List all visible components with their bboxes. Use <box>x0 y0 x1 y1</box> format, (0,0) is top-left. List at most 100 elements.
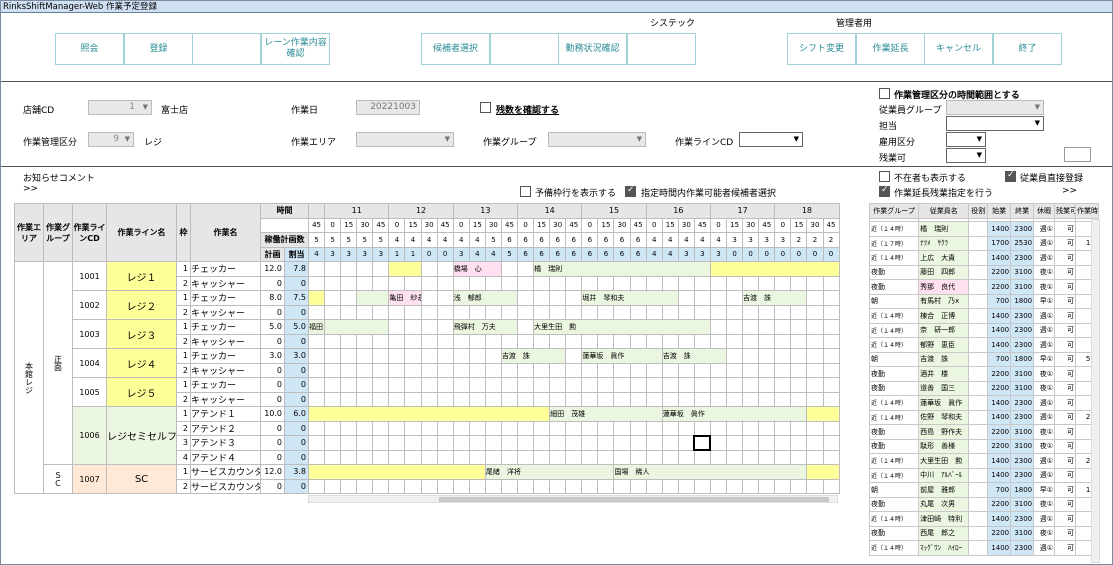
schedule-cell[interactable] <box>372 348 390 364</box>
schedule-cell[interactable] <box>742 449 760 465</box>
schedule-cell[interactable] <box>822 362 840 378</box>
schedule-cell[interactable] <box>549 449 567 465</box>
schedule-cell[interactable] <box>758 449 776 465</box>
header-button-8[interactable] <box>627 33 696 65</box>
schedule-cell[interactable] <box>726 348 744 364</box>
schedule-cell[interactable] <box>742 478 760 494</box>
schedule-cell[interactable] <box>806 406 840 422</box>
schedule-cell[interactable] <box>324 304 342 320</box>
schedule-cell[interactable] <box>581 420 599 436</box>
schedule-cell[interactable] <box>677 362 695 378</box>
koyo-select[interactable]: ▼ <box>946 132 986 147</box>
schedule-cell[interactable] <box>597 304 615 320</box>
schedule-cell[interactable] <box>726 304 744 320</box>
header-button-5[interactable]: 候補者選択 <box>421 33 490 65</box>
schedule-cell[interactable] <box>774 348 792 364</box>
schedule-cell[interactable] <box>677 304 695 320</box>
schedule-cell[interactable]: 亀田 紗永 <box>388 290 422 306</box>
schedule-cell[interactable] <box>693 290 711 306</box>
schedule-cell[interactable] <box>726 319 744 335</box>
schedule-cell[interactable] <box>613 304 631 320</box>
schedule-cell[interactable] <box>517 290 535 306</box>
schedule-cell[interactable] <box>677 449 695 465</box>
schedule-cell[interactable] <box>452 275 470 291</box>
schedule-cell[interactable] <box>709 275 728 291</box>
schedule-cell[interactable] <box>307 275 326 291</box>
schedule-cell[interactable] <box>677 478 695 494</box>
schedule-cell[interactable] <box>468 275 486 291</box>
time-range-checkbox[interactable] <box>879 88 890 99</box>
schedule-cell[interactable] <box>517 319 535 335</box>
schedule-cell[interactable] <box>806 464 840 480</box>
schedule-cell[interactable] <box>790 435 808 451</box>
schedule-cell[interactable] <box>693 391 711 407</box>
schedule-cell[interactable] <box>693 377 711 393</box>
schedule-cell[interactable] <box>307 449 326 465</box>
schedule-cell[interactable] <box>790 391 808 407</box>
schedule-cell[interactable] <box>790 478 808 494</box>
schedule-cell[interactable] <box>484 362 502 378</box>
schedule-cell[interactable] <box>484 420 502 436</box>
schedule-cell[interactable] <box>629 275 647 291</box>
schedule-cell[interactable] <box>774 391 792 407</box>
schedule-cell[interactable] <box>452 391 470 407</box>
schedule-cell[interactable] <box>372 478 390 494</box>
schedule-cell[interactable] <box>709 478 728 494</box>
schedule-cell[interactable] <box>661 362 679 378</box>
schedule-cell[interactable] <box>372 391 390 407</box>
schedule-cell[interactable] <box>452 362 470 378</box>
schedule-cell[interactable] <box>742 362 760 378</box>
schedule-cell[interactable] <box>549 377 567 393</box>
schedule-cell[interactable] <box>758 333 776 349</box>
schedule-cell[interactable] <box>307 377 326 393</box>
select-candidates-checkbox[interactable] <box>625 185 636 197</box>
schedule-cell[interactable] <box>307 362 326 378</box>
schedule-cell[interactable] <box>436 377 454 393</box>
schedule-cell[interactable] <box>468 478 486 494</box>
schedule-cell[interactable] <box>758 391 776 407</box>
schedule-cell[interactable] <box>629 377 647 393</box>
schedule-cell[interactable] <box>629 391 647 407</box>
schedule-cell[interactable] <box>709 304 728 320</box>
schedule-cell[interactable] <box>661 304 679 320</box>
schedule-cell[interactable] <box>500 435 519 451</box>
schedule-cell[interactable] <box>629 304 647 320</box>
schedule-cell[interactable] <box>629 333 647 349</box>
employee-row[interactable]: 夜勤西尾 郎之22003100夜①可0 <box>868 525 1100 541</box>
schedule-cell[interactable]: 大里生田 勲 <box>533 319 711 335</box>
schedule-cell[interactable] <box>436 420 454 436</box>
schedule-cell[interactable]: 蓮華坂 眞作 <box>581 348 663 364</box>
schedule-cell[interactable] <box>661 420 679 436</box>
employee-row[interactable]: 近（１４時）ﾏｯｸﾞﾜﾝ ﾊｲﾛｰ14002300週①可0 <box>868 540 1100 556</box>
schedule-cell[interactable] <box>517 420 535 436</box>
schedule-cell[interactable] <box>774 449 792 465</box>
schedule-cell[interactable] <box>420 449 438 465</box>
schedule-cell[interactable] <box>404 377 422 393</box>
schedule-cell[interactable] <box>517 261 535 277</box>
schedule-cell[interactable] <box>709 435 728 451</box>
employee-row[interactable]: 朝吉渡 誅7001800早①可5.8 <box>868 351 1100 367</box>
schedule-cell[interactable] <box>533 304 551 320</box>
schedule-cell[interactable] <box>790 449 808 465</box>
schedule-cell[interactable] <box>822 449 840 465</box>
employee-row[interactable]: 近（１７時）ﾅﾂﾒ ｻｸﾗ17002530週①可1.5 <box>868 235 1100 251</box>
schedule-cell[interactable] <box>533 478 551 494</box>
schedule-cell[interactable] <box>388 435 406 451</box>
schedule-cell[interactable] <box>790 275 808 291</box>
schedule-cell[interactable] <box>677 435 695 451</box>
schedule-cell[interactable] <box>452 435 470 451</box>
schedule-cell[interactable] <box>500 449 519 465</box>
schedule-cell[interactable] <box>693 449 711 465</box>
schedule-cell[interactable] <box>500 377 519 393</box>
schedule-cell[interactable] <box>484 348 502 364</box>
schedule-cell[interactable] <box>549 333 567 349</box>
schedule-cell[interactable] <box>468 348 486 364</box>
schedule-cell[interactable] <box>806 348 824 364</box>
schedule-cell[interactable] <box>468 449 486 465</box>
schedule-cell[interactable] <box>324 319 390 335</box>
schedule-cell[interactable] <box>774 478 792 494</box>
schedule-cell[interactable] <box>468 435 486 451</box>
schedule-cell[interactable] <box>677 391 695 407</box>
schedule-cell[interactable] <box>790 362 808 378</box>
schedule-cell[interactable] <box>533 435 551 451</box>
